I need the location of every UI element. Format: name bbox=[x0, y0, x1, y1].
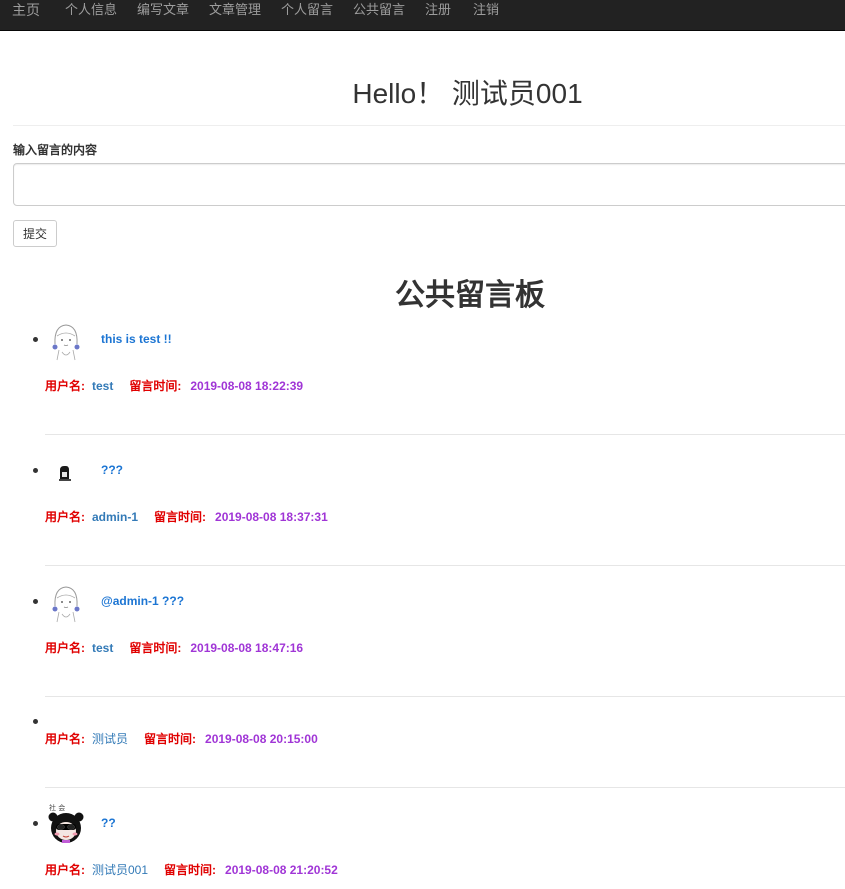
small-figure-avatar bbox=[45, 451, 87, 493]
message-meta: 用户名: test 留言时间: 2019-08-08 18:22:39 bbox=[45, 378, 303, 394]
list-bullet bbox=[33, 337, 38, 342]
time-label: 留言时间: bbox=[144, 732, 197, 746]
nav-public-messages[interactable]: 公共留言 bbox=[353, 2, 405, 28]
username-label: 用户名: bbox=[45, 379, 85, 393]
nav-write-article[interactable]: 编写文章 bbox=[137, 2, 189, 28]
nav-personal-messages[interactable]: 个人留言 bbox=[281, 2, 333, 28]
time-label: 留言时间: bbox=[154, 510, 207, 524]
board-title: 公共留言板 bbox=[395, 279, 545, 312]
username-label: 用户名: bbox=[45, 863, 85, 877]
message-input-label: 输入留言的内容 bbox=[13, 143, 98, 157]
message-time: 2019-08-08 18:37:31 bbox=[215, 510, 328, 524]
nav-logout[interactable]: 注销 bbox=[473, 2, 499, 28]
message-divider bbox=[45, 565, 845, 566]
message-content: @admin-1 ??? bbox=[101, 594, 185, 608]
list-bullet bbox=[33, 821, 38, 826]
message-divider bbox=[45, 696, 845, 697]
list-bullet bbox=[33, 599, 38, 604]
nav-home-link[interactable]: 主页 bbox=[12, 2, 40, 28]
message-meta: 用户名: admin-1 留言时间: 2019-08-08 18:37:31 bbox=[45, 509, 328, 525]
time-label: 留言时间: bbox=[129, 641, 182, 655]
time-label: 留言时间: bbox=[164, 863, 217, 877]
top-navbar: 主页 个人信息 编写文章 文章管理 个人留言 公共留言 注册 注销 bbox=[0, 0, 845, 31]
message-time: 2019-08-08 21:20:52 bbox=[225, 863, 338, 877]
nav-personal-info[interactable]: 个人信息 bbox=[65, 2, 117, 28]
nav-article-management[interactable]: 文章管理 bbox=[209, 2, 261, 28]
greeting-title: Hello！ 测试员001 bbox=[352, 78, 583, 109]
message-time: 2019-08-08 18:22:39 bbox=[190, 379, 304, 393]
svg-text:社 会: 社 会 bbox=[49, 803, 65, 812]
message-username[interactable]: admin-1 bbox=[92, 510, 138, 524]
message-username[interactable]: test bbox=[92, 641, 113, 655]
time-label: 留言时间: bbox=[129, 379, 182, 393]
header-divider bbox=[13, 125, 845, 126]
nav-register[interactable]: 注册 bbox=[425, 2, 451, 28]
girl-sketch-avatar bbox=[45, 582, 87, 624]
message-time: 2019-08-08 20:15:00 bbox=[205, 732, 318, 746]
message-content: ??? bbox=[101, 463, 123, 477]
username-label: 用户名: bbox=[45, 510, 85, 524]
list-bullet bbox=[33, 719, 38, 724]
username-label: 用户名: bbox=[45, 641, 85, 655]
message-divider bbox=[45, 787, 845, 788]
message-content: this is test !! bbox=[101, 332, 172, 346]
message-time: 2019-08-08 18:47:16 bbox=[190, 641, 304, 655]
message-meta: 用户名: 测试员 留言时间: 2019-08-08 20:15:00 bbox=[45, 731, 318, 747]
panda-girl-avatar: 社 会 bbox=[45, 802, 87, 844]
message-meta: 用户名: 测试员001 留言时间: 2019-08-08 21:20:52 bbox=[45, 862, 338, 878]
username-label: 用户名: bbox=[45, 732, 85, 746]
message-input[interactable] bbox=[13, 163, 845, 206]
message-divider bbox=[45, 434, 845, 435]
message-content: ?? bbox=[101, 816, 116, 830]
message-username[interactable]: 测试员 bbox=[92, 732, 128, 746]
message-username[interactable]: 测试员001 bbox=[92, 863, 148, 877]
list-bullet bbox=[33, 468, 38, 473]
submit-button[interactable]: 提交 bbox=[13, 220, 57, 247]
girl-sketch-avatar bbox=[45, 320, 87, 362]
message-username[interactable]: test bbox=[92, 379, 113, 393]
message-meta: 用户名: test 留言时间: 2019-08-08 18:47:16 bbox=[45, 640, 303, 656]
